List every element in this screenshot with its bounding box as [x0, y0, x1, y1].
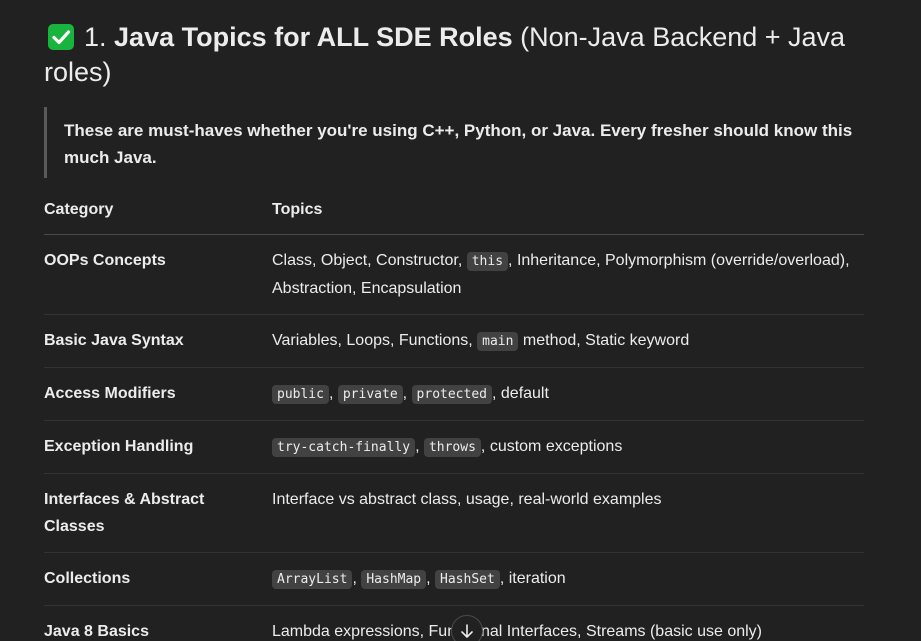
topic-text: Class, Object, Constructor, [272, 252, 467, 269]
blockquote: These are must-haves whether you're usin… [44, 107, 854, 178]
category-cell: OOPs Concepts [44, 234, 272, 315]
inline-code: protected [411, 385, 492, 404]
topics-cell: Interface vs abstract class, usage, real… [272, 473, 864, 553]
topic-text: , [402, 385, 412, 402]
category-cell: Basic Java Syntax [44, 314, 272, 368]
inline-code: throws [423, 438, 481, 457]
section-heading: 1. Java Topics for ALL SDE Roles (Non-Ja… [44, 20, 874, 90]
category-cell: Collections [44, 552, 272, 606]
arrow-down-icon [461, 624, 473, 638]
table-header-row: Category Topics [44, 185, 864, 235]
topic-text: Lambda expressions, Functional Interface… [272, 623, 763, 640]
inline-code: this [466, 252, 509, 271]
blockquote-text: These are must-haves whether you're usin… [64, 121, 853, 167]
inline-code: HashMap [361, 570, 427, 589]
table-row: Exception Handling try-catch-finally, thr… [44, 420, 864, 474]
check-mark-icon [48, 24, 74, 50]
topic-text: , iteration [499, 570, 566, 587]
table-row: OOPs Concepts Class, Object, Constructor,… [44, 234, 864, 315]
table-row: Interfaces & Abstract Classes Interface v… [44, 473, 864, 553]
category-cell: Interfaces & Abstract Classes [44, 473, 272, 553]
topics-table: Category Topics OOPs Concepts Class, Obje… [44, 185, 864, 641]
inline-code: ArrayList [272, 570, 353, 589]
topics-cell: Variables, Loops, Functions, main method… [272, 314, 864, 368]
topics-cell: public, private, protected, default [272, 367, 864, 421]
table-row: Basic Java Syntax Variables, Loops, Funct… [44, 314, 864, 368]
category-cell: Access Modifiers [44, 367, 272, 421]
table-row: Access Modifiers public, private, protect… [44, 367, 864, 421]
scroll-down-button[interactable] [451, 615, 483, 641]
chat-response: 1. Java Topics for ALL SDE Roles (Non-Ja… [0, 0, 921, 641]
inline-code: HashSet [435, 570, 500, 589]
topic-text: Interface vs abstract class, usage, real… [272, 491, 662, 508]
topics-cell: Class, Object, Constructor, this, Inheri… [272, 234, 864, 315]
inline-code: main [477, 332, 519, 351]
table-body: OOPs Concepts Class, Object, Constructor,… [44, 234, 864, 641]
heading-number: 1. [84, 22, 115, 52]
column-header-category: Category [44, 185, 272, 235]
topic-text: , [352, 570, 362, 587]
topics-cell: ArrayList, HashMap, HashSet, iteration [272, 552, 864, 606]
topic-text: method, Static keyword [518, 332, 690, 349]
category-cell: Exception Handling [44, 420, 272, 474]
inline-code: private [337, 385, 403, 404]
table-row: Collections ArrayList, HashMap, HashSet, … [44, 552, 864, 606]
topics-cell: Lambda expressions, Functional Interface… [272, 605, 864, 641]
topic-text: , custom exceptions [480, 438, 623, 455]
topic-text: , [426, 570, 436, 587]
topic-text: Variables, Loops, Functions, [272, 332, 478, 349]
topics-cell: try-catch-finally, throws, custom except… [272, 420, 864, 474]
topic-text: , [328, 385, 338, 402]
topic-text: , [415, 438, 424, 455]
inline-code: try-catch-finally [272, 438, 416, 457]
heading-title: Java Topics for ALL SDE Roles [114, 22, 513, 52]
category-cell: Java 8 Basics [44, 605, 272, 641]
topic-text: , default [492, 385, 549, 402]
inline-code: public [272, 385, 329, 404]
column-header-topics: Topics [272, 185, 864, 235]
